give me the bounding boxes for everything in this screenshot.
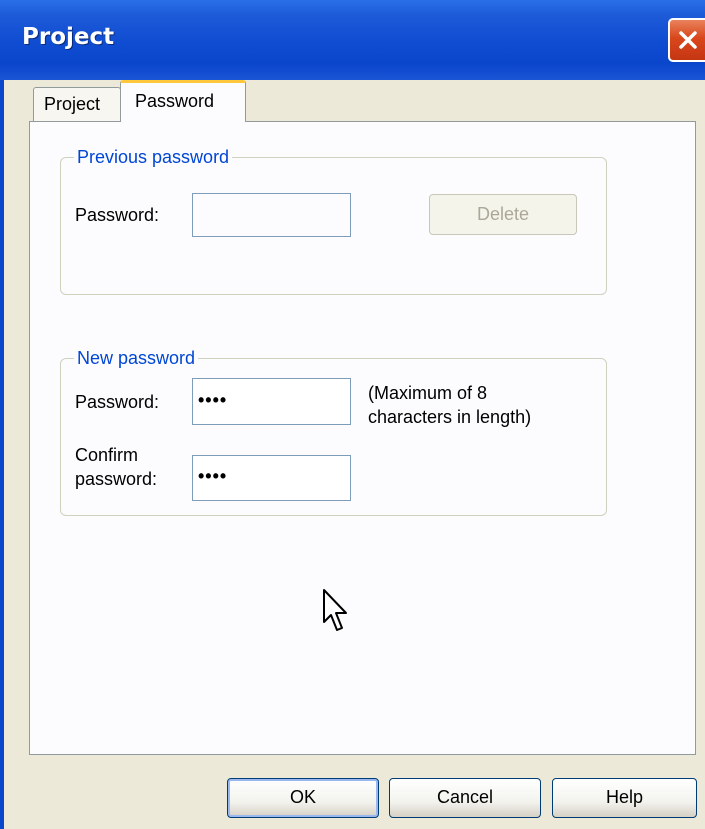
tab-project-label: Project	[44, 94, 101, 114]
cancel-button[interactable]: Cancel	[389, 778, 541, 818]
new-password-label: Password:	[75, 392, 160, 412]
window-title: Project	[22, 24, 115, 50]
tab-password[interactable]: Password	[120, 80, 246, 122]
window-frame	[0, 80, 4, 829]
title-bar: Project	[0, 0, 705, 80]
mouse-pointer-icon	[323, 589, 347, 631]
new-password-group-title: New password	[74, 348, 199, 368]
previous-password-label: Password:	[75, 205, 160, 225]
help-button-label: Help	[605, 787, 644, 807]
new-password-value: ••••	[198, 390, 228, 410]
confirm-password-input[interactable]: ••••	[192, 455, 351, 501]
ok-button[interactable]: OK	[227, 778, 379, 818]
confirm-password-value: ••••	[198, 466, 228, 486]
ok-button-label: OK	[289, 787, 316, 807]
close-button[interactable]	[668, 18, 705, 62]
tab-password-label: Password	[135, 91, 215, 111]
tab-project[interactable]: Project	[33, 87, 121, 121]
delete-button-label: Delete	[476, 204, 530, 224]
confirm-password-label-line1: Confirm	[75, 445, 139, 465]
cancel-button-label: Cancel	[436, 787, 494, 807]
new-password-input[interactable]: ••••	[192, 378, 351, 425]
previous-password-input[interactable]	[192, 193, 351, 237]
confirm-password-label-line2: password:	[75, 469, 158, 489]
password-hint-line1: (Maximum of 8	[368, 383, 488, 403]
password-hint-line2: characters in length)	[368, 407, 532, 427]
delete-button[interactable]: Delete	[429, 194, 577, 235]
previous-password-group-title: Previous password	[74, 147, 233, 167]
help-button[interactable]: Help	[552, 778, 697, 818]
close-icon	[679, 31, 697, 49]
